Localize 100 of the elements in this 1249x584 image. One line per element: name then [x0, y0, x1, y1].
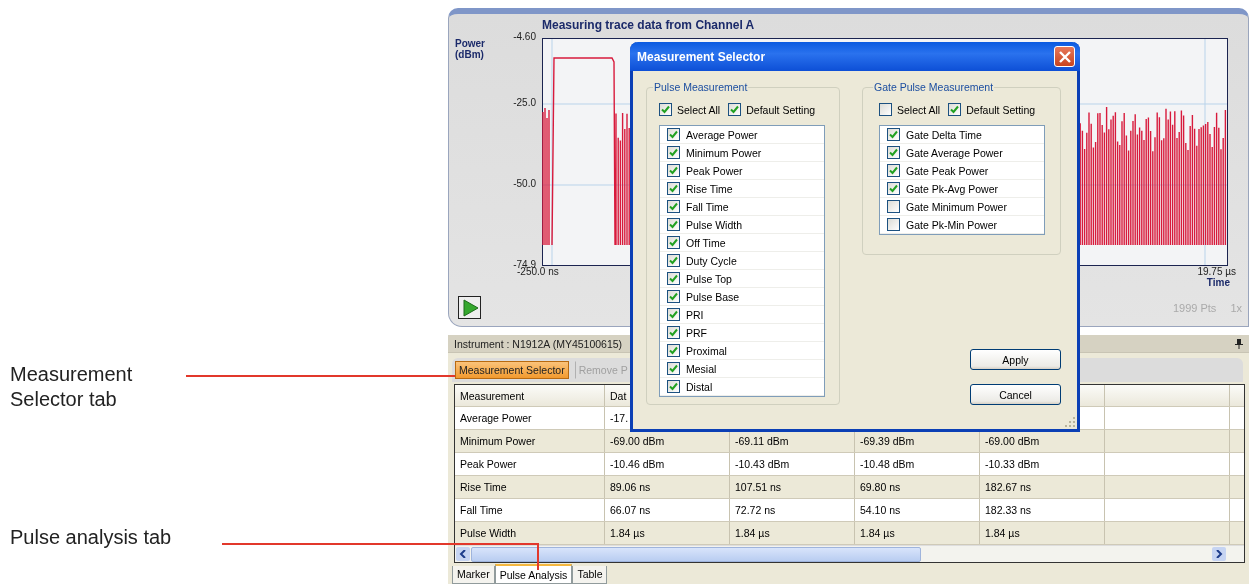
checkbox[interactable] — [667, 182, 680, 195]
checkbox[interactable] — [948, 103, 962, 116]
checkbox-label: Gate Minimum Power — [906, 200, 1007, 213]
checkbox-label: PRI — [686, 308, 704, 321]
close-button[interactable] — [1054, 46, 1075, 67]
dialog-button[interactable]: Apply — [970, 349, 1061, 370]
checkbox[interactable] — [667, 362, 680, 375]
table-cell: 1.84 µs — [980, 522, 1105, 544]
group-title: Gate Pulse Measurement — [873, 81, 995, 93]
table-cell: 182.33 ns — [980, 499, 1105, 521]
checkbox[interactable] — [667, 344, 680, 357]
checkbox[interactable] — [887, 218, 900, 231]
instrument-label: Instrument : N1912A (MY45100615) — [454, 337, 623, 350]
checkbox[interactable] — [879, 103, 892, 116]
zoom-level: 1x — [1230, 301, 1242, 314]
resize-grip-icon[interactable] — [1065, 417, 1075, 427]
chevron-left-icon — [459, 550, 467, 558]
checkbox[interactable] — [667, 146, 680, 159]
dialog-title: Measurement Selector — [637, 49, 766, 64]
table-cell: 69.80 ns — [855, 476, 980, 498]
checkbox[interactable] — [728, 103, 742, 116]
callout-label: Pulse analysis tab — [10, 525, 172, 550]
table-cell: Pulse Width — [455, 522, 605, 544]
checkbox-label: Pulse Top — [686, 272, 732, 285]
checkbox[interactable] — [667, 218, 680, 231]
tick-label: -25.0 — [513, 97, 536, 108]
checkbox-label: Minimum Power — [686, 146, 762, 159]
table-cell: 72.72 ns — [730, 499, 855, 521]
dialog-button[interactable]: Cancel — [970, 384, 1061, 405]
axis-label: Power (dBm) — [454, 38, 486, 62]
checkbox[interactable] — [887, 128, 900, 141]
checkbox[interactable] — [667, 326, 680, 339]
column-header: Measurement — [455, 385, 605, 406]
checkbox-label: Duty Cycle — [686, 254, 737, 267]
table-cell: 66.07 ns — [605, 499, 730, 521]
table-cell: 1.84 µs — [605, 522, 730, 544]
checkbox[interactable] — [659, 103, 672, 116]
table-cell: Minimum Power — [455, 430, 605, 452]
close-icon — [1058, 50, 1071, 63]
table-cell: 182.67 ns — [980, 476, 1105, 498]
checkbox-label: Pulse Width — [686, 218, 743, 231]
checkbox-label: Peak Power — [686, 164, 743, 177]
table-cell: 1.84 µs — [730, 522, 855, 544]
axis-label: Time — [1206, 277, 1230, 288]
tick-label: -4.60 — [513, 31, 536, 42]
table-cell: -10.48 dBm — [855, 453, 980, 475]
tick-label: -50.0 — [513, 178, 536, 189]
checkbox-label: Mesial — [686, 362, 717, 375]
tab[interactable]: Pulse Analysis — [494, 564, 573, 584]
play-button[interactable] — [458, 296, 481, 319]
checkbox-label: Select All — [677, 103, 721, 116]
checkbox-label: Select All — [897, 103, 941, 116]
checkbox-label: Off Time — [686, 236, 726, 249]
table-cell: Peak Power — [455, 453, 605, 475]
table-cell: 89.06 ns — [605, 476, 730, 498]
checkbox-label: Average Power — [686, 128, 758, 141]
checkbox[interactable] — [667, 236, 680, 249]
checkbox-label: Gate Delta Time — [906, 128, 982, 141]
table-cell: -10.33 dBm — [980, 453, 1105, 475]
checkbox[interactable] — [887, 200, 900, 213]
horizontal-scrollbar[interactable] — [455, 545, 1244, 562]
table-cell: Fall Time — [455, 499, 605, 521]
checkbox[interactable] — [667, 308, 680, 321]
checkbox-label: Proximal — [686, 344, 727, 357]
checkbox-label: Rise Time — [686, 182, 733, 195]
table-cell: Average Power — [455, 407, 605, 429]
table-cell: -10.46 dBm — [605, 453, 730, 475]
checkbox-label: Gate Peak Power — [906, 164, 989, 177]
table-cell: -10.43 dBm — [730, 453, 855, 475]
checkbox[interactable] — [667, 290, 680, 303]
scroll-right-button[interactable] — [1212, 547, 1226, 561]
checkbox[interactable] — [667, 380, 680, 393]
checkbox[interactable] — [887, 182, 900, 195]
table-cell: Rise Time — [455, 476, 605, 498]
scrollbar-thumb[interactable] — [471, 546, 921, 562]
checkbox[interactable] — [667, 272, 680, 285]
tick-label: -250.0 ns — [517, 266, 559, 279]
tab[interactable]: Marker — [452, 566, 495, 584]
checkbox[interactable] — [887, 164, 900, 177]
tick-label: 19.75 µs — [1197, 266, 1236, 277]
checkbox-label: Pulse Base — [686, 290, 740, 303]
checkbox[interactable] — [667, 200, 680, 213]
scroll-left-button[interactable] — [456, 547, 470, 561]
table-cell: 54.10 ns — [855, 499, 980, 521]
play-icon — [460, 298, 479, 317]
toolbar-button[interactable]: Measurement Selector — [455, 361, 569, 379]
chart-title: Measuring trace data from Channel A — [542, 18, 756, 32]
checkbox[interactable] — [667, 128, 680, 141]
group-title: Pulse Measurement — [653, 81, 749, 93]
table-cell: 1.84 µs — [855, 522, 980, 544]
tab[interactable]: Table — [572, 566, 608, 584]
checkbox[interactable] — [667, 164, 680, 177]
checkbox-label: Gate Pk-Avg Power — [906, 182, 998, 195]
checkbox-label: Fall Time — [686, 200, 729, 213]
checkbox[interactable] — [667, 254, 680, 267]
callout-label: Measurement Selector tab — [10, 362, 134, 412]
pin-icon[interactable] — [1235, 338, 1243, 349]
checkbox[interactable] — [887, 146, 900, 159]
checkbox-label: PRF — [686, 326, 707, 339]
chevron-right-icon — [1215, 550, 1223, 558]
